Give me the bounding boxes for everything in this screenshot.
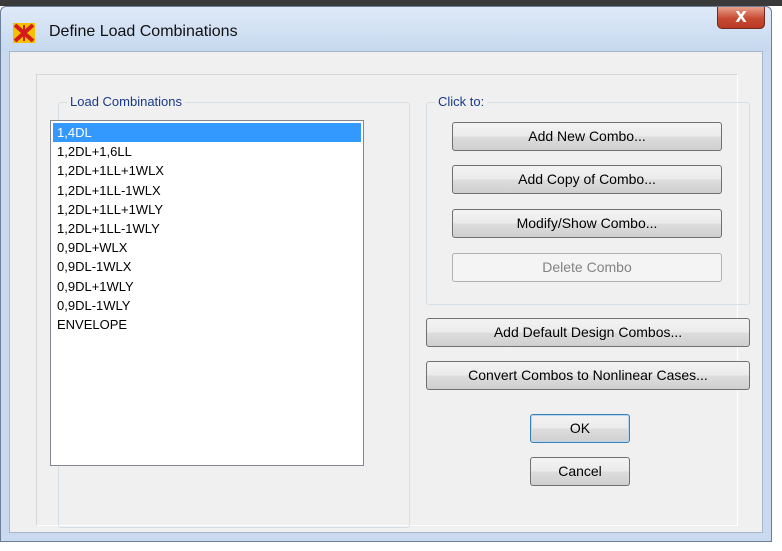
modify-show-combo-button[interactable]: Modify/Show Combo... — [452, 209, 722, 238]
ok-button[interactable]: OK — [530, 414, 630, 443]
list-item[interactable]: ENVELOPE — [53, 315, 361, 334]
close-button[interactable]: X — [717, 7, 765, 29]
list-item[interactable]: 1,2DL+1LL+1WLX — [53, 161, 361, 180]
title-bar[interactable]: Define Load Combinations X — [1, 7, 771, 51]
window-title: Define Load Combinations — [49, 23, 238, 40]
load-combinations-list[interactable]: 1,4DL 1,2DL+1,6LL 1,2DL+1LL+1WLX 1,2DL+1… — [50, 120, 364, 466]
load-combinations-label: Load Combinations — [67, 94, 186, 109]
list-item[interactable]: 1,4DL — [53, 123, 361, 143]
add-copy-combo-button[interactable]: Add Copy of Combo... — [452, 165, 722, 194]
add-default-design-combos-button[interactable]: Add Default Design Combos... — [426, 318, 750, 347]
delete-combo-button[interactable]: Delete Combo — [452, 253, 722, 282]
list-item[interactable]: 1,2DL+1LL-1WLY — [53, 219, 361, 238]
list-item[interactable]: 1,2DL+1LL+1WLY — [53, 200, 361, 219]
dialog-window: Define Load Combinations X Load Combinat… — [0, 6, 772, 542]
add-new-combo-button[interactable]: Add New Combo... — [452, 122, 722, 151]
cancel-button[interactable]: Cancel — [530, 457, 630, 486]
list-item[interactable]: 0,9DL+1WLY — [53, 277, 361, 296]
list-item[interactable]: 1,2DL+1,6LL — [53, 142, 361, 161]
list-item[interactable]: 1,2DL+1LL-1WLX — [53, 181, 361, 200]
list-item[interactable]: 0,9DL+WLX — [53, 238, 361, 257]
list-item[interactable]: 0,9DL-1WLY — [53, 296, 361, 315]
convert-combos-nonlinear-button[interactable]: Convert Combos to Nonlinear Cases... — [426, 361, 750, 390]
click-to-label: Click to: — [435, 94, 488, 109]
dialog-body: Load Combinations 1,4DL 1,2DL+1,6LL 1,2D… — [9, 51, 763, 533]
app-logo-icon — [13, 23, 35, 43]
list-item[interactable]: 0,9DL-1WLX — [53, 257, 361, 276]
